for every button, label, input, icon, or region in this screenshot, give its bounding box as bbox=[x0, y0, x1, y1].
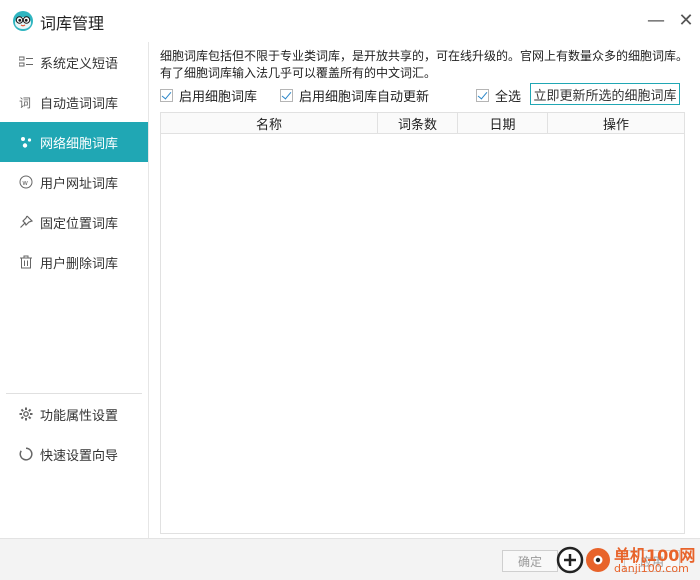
table-header: 名称 词条数 日期 操作 bbox=[161, 113, 684, 134]
enable-cell-lexicon-checkbox[interactable]: 启用细胞词库 bbox=[160, 87, 258, 105]
column-header-entry-count[interactable]: 词条数 bbox=[378, 113, 458, 134]
phrase-icon bbox=[18, 54, 34, 70]
title-bar: 词库管理 — ✕ bbox=[0, 0, 700, 42]
sidebar-item-label: 功能属性设置 bbox=[40, 408, 119, 424]
window-title: 词库管理 bbox=[40, 14, 105, 33]
description: 细胞词库包括但不限于专业类词库，是开放共享的，可在线升级的。官网上有数量众多的细… bbox=[160, 48, 690, 82]
sidebar-item-label: 用户删除词库 bbox=[40, 256, 119, 272]
column-header-date[interactable]: 日期 bbox=[458, 113, 548, 134]
sidebar-item-system-phrase[interactable]: 系统定义短语 bbox=[0, 42, 148, 82]
sidebar-item-setup-wizard[interactable]: 快速设置向导 bbox=[0, 434, 148, 474]
select-all-label: 全选 bbox=[495, 89, 522, 105]
sidebar: 系统定义短语 词 自动造词词库 网络细胞词库 w 用户网址词库 固定位置词库 用… bbox=[0, 42, 148, 538]
sidebar-item-label: 快速设置向导 bbox=[40, 448, 119, 464]
enable-cell-lexicon-label: 启用细胞词库 bbox=[179, 89, 258, 105]
sidebar-item-fixed-position[interactable]: 固定位置词库 bbox=[0, 202, 148, 242]
sidebar-border bbox=[148, 42, 149, 538]
app-logo-icon bbox=[13, 11, 33, 31]
auto-word-icon: 词 bbox=[18, 94, 34, 110]
sidebar-item-feature-settings[interactable]: 功能属性设置 bbox=[0, 394, 148, 434]
sidebar-item-cell-lexicon[interactable]: 网络细胞词库 bbox=[0, 122, 148, 162]
wizard-icon bbox=[18, 446, 34, 462]
checkbox-checked[interactable] bbox=[476, 88, 489, 102]
sidebar-item-label: 网络细胞词库 bbox=[40, 136, 119, 152]
pin-icon bbox=[18, 214, 34, 230]
column-header-actions[interactable]: 操作 bbox=[548, 113, 684, 134]
sidebar-item-label: 用户网址词库 bbox=[40, 176, 119, 192]
description-line-2: 有了细胞词库输入法几乎可以覆盖所有的中文词汇。 bbox=[160, 66, 437, 80]
column-header-name[interactable]: 名称 bbox=[161, 113, 378, 134]
sidebar-item-label: 自动造词词库 bbox=[40, 96, 119, 112]
ok-button[interactable]: 确定 bbox=[502, 550, 558, 572]
sidebar-item-user-deleted[interactable]: 用户删除词库 bbox=[0, 242, 148, 282]
checkbox-checked[interactable] bbox=[280, 88, 293, 102]
cell-lexicon-icon bbox=[18, 134, 34, 150]
select-all-checkbox[interactable]: 全选 bbox=[476, 87, 522, 105]
auto-update-label: 启用细胞词库自动更新 bbox=[299, 89, 430, 105]
svg-text:词: 词 bbox=[19, 96, 31, 109]
sidebar-item-url[interactable]: w 用户网址词库 bbox=[0, 162, 148, 202]
sidebar-item-label: 固定位置词库 bbox=[40, 216, 119, 232]
auto-update-checkbox[interactable]: 启用细胞词库自动更新 bbox=[280, 87, 430, 105]
sidebar-item-label: 系统定义短语 bbox=[40, 56, 119, 72]
description-line-1: 细胞词库包括但不限于专业类词库，是开放共享的，可在线升级的。官网上有数量众多的细… bbox=[160, 49, 689, 63]
url-icon: w bbox=[18, 174, 34, 190]
gear-icon bbox=[18, 406, 34, 422]
minimize-button[interactable]: — bbox=[644, 8, 668, 32]
svg-text:w: w bbox=[22, 179, 28, 187]
watermark-url: danji100.com bbox=[614, 562, 689, 575]
sidebar-item-auto-word[interactable]: 词 自动造词词库 bbox=[0, 82, 148, 122]
trash-icon bbox=[18, 254, 34, 270]
lexicon-table: 名称 词条数 日期 操作 bbox=[160, 112, 685, 534]
close-button[interactable]: ✕ bbox=[674, 8, 698, 32]
watermark: 单机100网 danji100.com bbox=[556, 540, 700, 580]
update-selected-button[interactable]: 立即更新所选的细胞词库 bbox=[530, 83, 680, 105]
checkbox-checked[interactable] bbox=[160, 88, 173, 102]
watermark-logo-icon bbox=[556, 546, 610, 574]
